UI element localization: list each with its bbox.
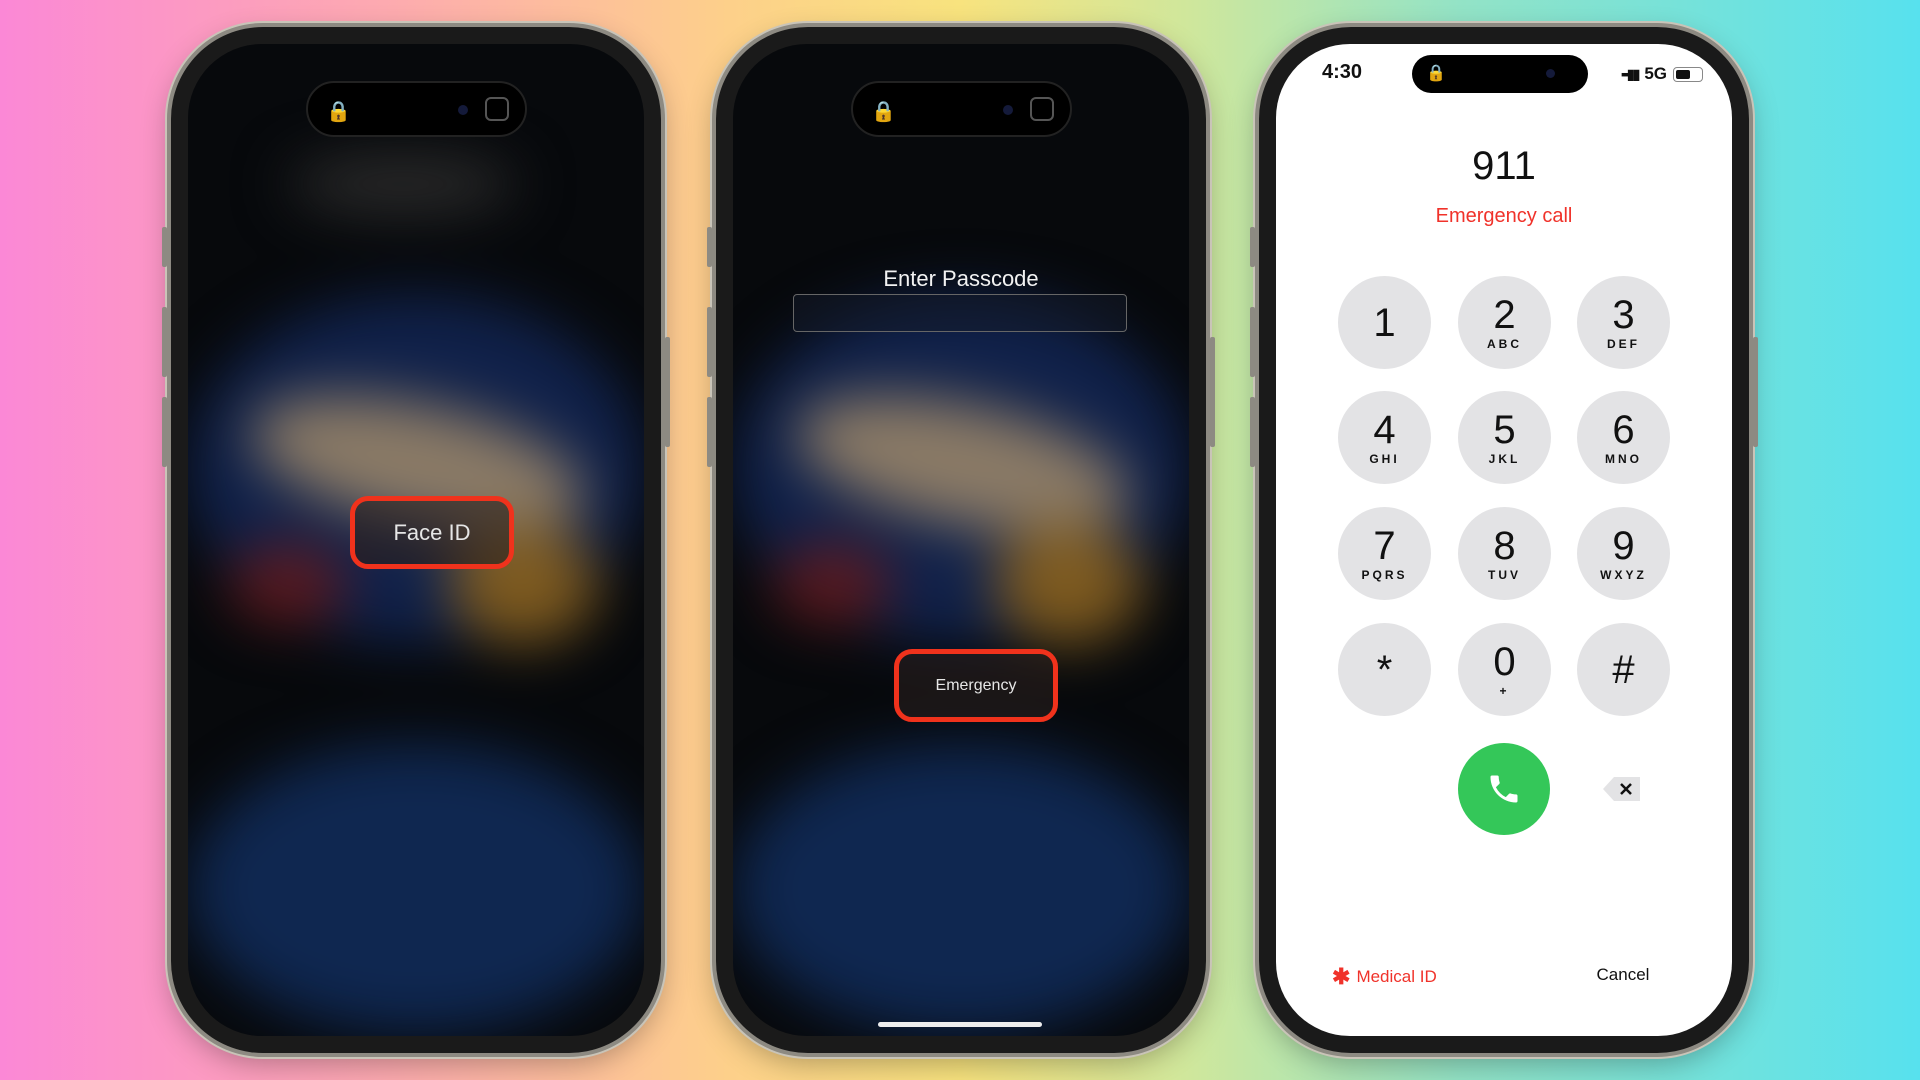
phone-lock-screen: 🔒 Face ID: [162, 27, 670, 1053]
passcode-field[interactable]: [793, 294, 1127, 332]
key-6[interactable]: 6 MNO: [1577, 391, 1670, 484]
key-letters: TUV: [1488, 567, 1521, 582]
key-digit: 3: [1612, 292, 1635, 337]
key-digit: 5: [1493, 407, 1516, 452]
key-digit: 1: [1373, 300, 1396, 345]
key-digit: 0: [1493, 639, 1516, 684]
lock-icon: 🔒: [871, 101, 896, 123]
key-3[interactable]: 3 DEF: [1577, 276, 1670, 369]
key-digit: *: [1376, 647, 1393, 692]
key-letters: DEF: [1607, 336, 1640, 351]
key-letters: ABC: [1487, 336, 1522, 351]
call-button[interactable]: [1458, 743, 1550, 835]
delete-button[interactable]: [1602, 776, 1642, 802]
key-8[interactable]: 8 TUV: [1458, 507, 1551, 600]
asterisk-icon: ✱: [1332, 964, 1351, 989]
key-digit: 4: [1373, 407, 1396, 452]
cancel-button[interactable]: Cancel: [1586, 965, 1660, 985]
key-digit: 9: [1612, 523, 1635, 568]
face-id-icon: [1030, 97, 1054, 121]
dynamic-island: 🔒: [306, 81, 527, 137]
dynamic-island: 🔒: [1412, 55, 1588, 93]
face-id-button[interactable]: Face ID: [350, 496, 514, 569]
key-9[interactable]: 9 WXYZ: [1577, 507, 1670, 600]
key-5[interactable]: 5 JKL: [1458, 391, 1551, 484]
emergency-call-label: Emergency call: [1435, 205, 1573, 227]
passcode-screen: 🔒 Enter Passcode Emergency: [733, 44, 1189, 1036]
blurred-wallpaper: [733, 44, 1189, 1036]
face-id-icon: [485, 97, 509, 121]
lock-icon: 🔒: [326, 101, 351, 123]
key-*[interactable]: *: [1338, 623, 1431, 716]
key-digit: 6: [1612, 407, 1635, 452]
medical-id-label: Medical ID: [1356, 967, 1437, 986]
key-digit: 2: [1493, 292, 1516, 337]
key-letters: GHI: [1369, 451, 1400, 466]
enter-passcode-title: Enter Passcode: [883, 266, 1039, 291]
key-digit: 8: [1493, 523, 1516, 568]
dialed-number: 911: [1472, 144, 1536, 188]
key-letters: MNO: [1605, 451, 1642, 466]
medical-id-button[interactable]: ✱ Medical ID: [1332, 964, 1437, 990]
key-4[interactable]: 4 GHI: [1338, 391, 1431, 484]
dialer-screen: 4:30 🔒 ▪▪▮▮ 5G 911 Emergency call 1 2 ABC 3…: [1276, 44, 1732, 1036]
backspace-icon: [1603, 777, 1640, 801]
key-digit: #: [1612, 647, 1635, 692]
network-label: 5G: [1644, 64, 1668, 83]
key-letters: WXYZ: [1600, 567, 1647, 582]
phone-icon: [1490, 775, 1518, 803]
home-indicator[interactable]: [878, 1022, 1042, 1027]
emergency-button[interactable]: Emergency: [894, 649, 1058, 722]
key-letters: JKL: [1488, 451, 1521, 466]
key-2[interactable]: 2 ABC: [1458, 276, 1551, 369]
key-letters: +: [1499, 683, 1510, 698]
key-#[interactable]: #: [1577, 623, 1670, 716]
key-letters: PQRS: [1361, 567, 1408, 582]
status-time: 4:30: [1322, 61, 1363, 83]
status-icons: ▪▪▮▮ 5G: [1621, 64, 1704, 84]
signal-icon: ▪▪▮▮: [1621, 65, 1640, 82]
lock-screen: 🔒 Face ID: [188, 44, 644, 1036]
dynamic-island: 🔒: [851, 81, 1072, 137]
key-digit: 7: [1373, 523, 1396, 568]
key-1[interactable]: 1: [1338, 276, 1431, 369]
phone-passcode-screen: 🔒 Enter Passcode Emergency: [707, 27, 1215, 1053]
key-7[interactable]: 7 PQRS: [1338, 507, 1431, 600]
battery-icon: [1673, 66, 1704, 82]
phone-emergency-dialer: 4:30 🔒 ▪▪▮▮ 5G 911 Emergency call 1 2 ABC 3…: [1250, 27, 1758, 1053]
key-0[interactable]: 0 +: [1458, 623, 1551, 716]
lock-icon: 🔒: [1426, 65, 1446, 82]
